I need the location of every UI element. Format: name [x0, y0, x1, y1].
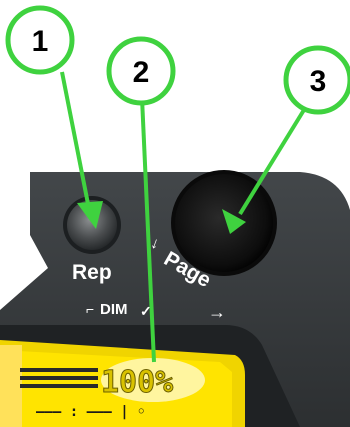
brightness-readout: 100%: [101, 365, 173, 400]
device-illustration: Rep ⌐ DIM ✓ ← Page → 100% ––– : ––– | ◦: [0, 5, 350, 427]
page-arrow-right-icon: →: [208, 302, 226, 322]
dim-label: DIM: [100, 301, 128, 318]
lcd-dim-readout: 100%: [101, 358, 205, 402]
lcd-segment-bar: [20, 384, 98, 388]
callout-number: 1: [32, 25, 49, 58]
lcd-segment-bar: [20, 368, 98, 372]
lcd-segment-bar: [20, 376, 98, 380]
rep-label: Rep: [72, 261, 112, 284]
dim-tick-left-icon: ⌐: [86, 301, 94, 317]
callout-3: 3: [283, 45, 350, 115]
callout-2: 2: [106, 36, 176, 106]
callout-number: 2: [133, 56, 150, 89]
lcd-bottom-row: ––– : ––– | ◦: [36, 404, 146, 420]
callout-1: 1: [5, 5, 75, 75]
callout-number: 3: [310, 65, 327, 98]
